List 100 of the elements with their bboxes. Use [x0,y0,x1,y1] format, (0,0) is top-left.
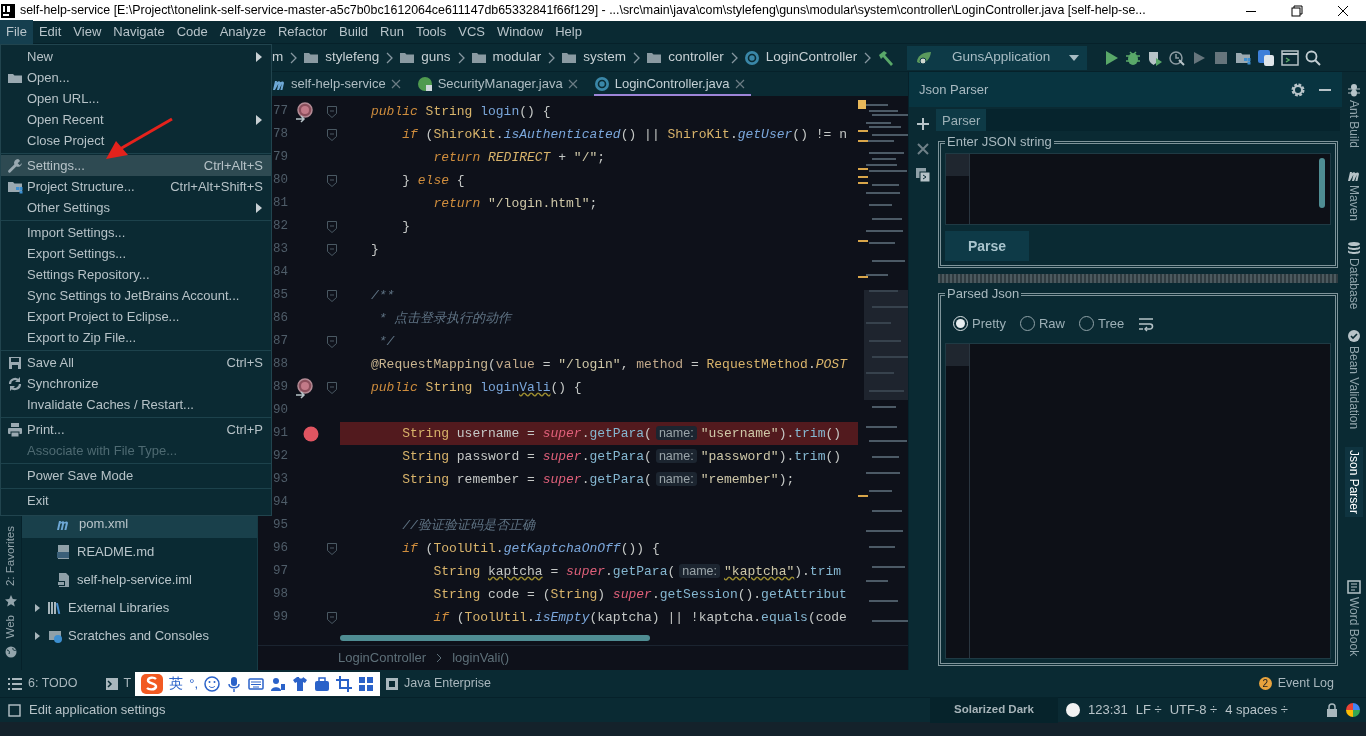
tree-item[interactable]: External Libraries [68,598,170,618]
fold-marker-icon[interactable] [326,542,337,555]
menu-item[interactable]: Window [490,20,550,44]
tool-window-tab[interactable]: Maven [1345,165,1363,225]
tree-item[interactable]: Scratches and Consoles [68,626,209,646]
menu-item[interactable]: Sync Settings to JetBrains Account... [1,285,271,306]
fold-marker-icon[interactable] [326,174,337,187]
indent-setting[interactable]: 4 spaces ÷ [1225,700,1288,720]
menu-item[interactable]: Project Structure... Ctrl+Alt+Shift+S [1,176,271,197]
menu-item[interactable]: Run [374,20,410,44]
menu-item[interactable]: Close Project [1,130,271,151]
view-mode-radio[interactable]: Pretty [953,314,1006,334]
breadcrumb-item[interactable]: controller [668,47,724,68]
breadcrumb-item[interactable]: guns [421,47,451,68]
collapsed-arrow-icon[interactable] [32,631,42,641]
caret-position[interactable]: 123:31 [1087,700,1128,720]
tool-window-tab[interactable]: Web [1,614,20,638]
tool-window-tab[interactable]: 6: TODO [28,674,78,693]
menu-item[interactable]: Edit [32,20,68,44]
tool-window-tab[interactable]: Ant Build [1345,80,1363,152]
toolbox-icon[interactable] [314,675,330,692]
settings-icon[interactable] [1290,81,1306,98]
collapsed-arrow-icon[interactable] [32,603,42,613]
breadcrumb-item[interactable]: LoginController [338,648,427,668]
globe-icon[interactable] [4,646,17,658]
menu-item[interactable]: Settings... Ctrl+Alt+S [1,155,271,176]
microphone-icon[interactable] [226,675,242,692]
menu-item[interactable]: File [0,20,33,44]
menu-item[interactable]: Settings Repository... [1,264,271,285]
menu-item[interactable]: Invalidate Caches / Restart... [1,394,271,415]
theme-name[interactable]: Solarized Dark [930,697,1058,723]
menu-item[interactable]: New [1,46,271,67]
tool-window-tab[interactable]: Bean Validation [1345,326,1363,433]
menu-item[interactable]: Analyze [213,20,272,44]
menu-item[interactable]: Help [549,20,588,44]
breadcrumb-item[interactable]: LoginController [765,47,858,68]
tool-window-tab[interactable]: Json Parser [1345,446,1363,517]
star-icon[interactable] [4,594,17,607]
menu-item[interactable]: Refactor [271,20,334,44]
grid-icon[interactable] [358,675,374,692]
fold-marker-icon[interactable] [326,611,337,624]
file-encoding[interactable]: UTF-8 ÷ [1169,700,1218,720]
terminal-icon[interactable] [1281,49,1300,66]
add-icon[interactable] [915,117,930,131]
splitter-handle[interactable] [938,274,1338,283]
language-toggle[interactable]: 英 [169,673,184,694]
menu-item[interactable]: Open URL... [1,88,271,109]
smiley-icon[interactable] [204,675,220,692]
shirt-icon[interactable] [292,675,308,692]
breakpoint-icon[interactable] [302,425,319,442]
line-separator[interactable]: LF ÷ [1135,700,1162,720]
breadcrumb-item[interactable]: m [272,47,284,68]
menu-item[interactable]: Export to Zip File... [1,327,271,348]
view-mode-radio[interactable]: Raw [1019,314,1065,334]
menu-item[interactable]: Export Settings... [1,243,271,264]
tree-item[interactable]: pom.xml [79,514,129,534]
restore-icon[interactable] [1291,4,1303,17]
parse-button[interactable]: Parse [945,231,1029,261]
tool-window-tab[interactable]: Database [1345,238,1363,313]
horizontal-scrollbar[interactable] [340,635,650,641]
menu-item[interactable]: Import Settings... [1,222,271,243]
lock-icon[interactable] [1326,703,1338,717]
run-icon[interactable] [1103,49,1120,66]
breadcrumb-item[interactable]: modular [492,47,542,68]
coverage-icon[interactable] [1147,49,1164,66]
menu-item[interactable]: Tools [409,20,453,44]
punctuation-toggle[interactable]: °, [189,673,198,694]
menu-item[interactable]: VCS [452,20,491,44]
tree-item[interactable]: self-help-service.iml [77,570,192,590]
search-icon[interactable] [1305,49,1322,66]
circle-icon[interactable] [1065,703,1080,717]
multicolor-circle-icon[interactable] [1346,703,1360,717]
crop-icon[interactable] [336,675,352,692]
breadcrumb-item[interactable]: system [583,47,627,68]
tool-window-tab[interactable]: 2: Favorites [1,526,20,587]
menu-item[interactable]: Save All Ctrl+S [1,352,271,373]
fold-marker-icon[interactable] [326,105,337,118]
debug-icon[interactable] [1125,49,1142,66]
editor-tab[interactable]: SecurityManager.java [416,74,584,96]
panel-toggle-icon[interactable] [8,703,21,717]
fold-marker-icon[interactable] [326,243,337,256]
hammer-icon[interactable] [877,48,896,67]
menu-item[interactable]: Code [170,20,214,44]
fold-marker-icon[interactable] [326,381,337,394]
menu-item[interactable]: Print... Ctrl+P [1,419,271,440]
menu-item[interactable]: Navigate [107,20,171,44]
breadcrumb-item[interactable]: stylefeng [325,47,380,68]
fold-marker-icon[interactable] [326,128,337,141]
editor-tab[interactable]: self-help-service [272,74,407,96]
breadcrumb-item[interactable]: loginVali() [452,648,509,668]
fold-marker-icon[interactable] [326,220,337,233]
tool-window-tab[interactable]: Word Book [1345,576,1363,659]
menu-item[interactable]: Export Project to Eclipse... [1,306,271,327]
menu-item[interactable]: Other Settings [1,197,271,218]
profiler-icon[interactable] [1169,49,1186,66]
keyboard-icon[interactable] [248,675,264,692]
soft-wrap-icon[interactable] [1138,315,1155,332]
tool-window-tab[interactable]: Java Enterprise [404,674,491,693]
fold-marker-icon[interactable] [326,289,337,302]
menu-item[interactable]: Exit [1,490,271,511]
